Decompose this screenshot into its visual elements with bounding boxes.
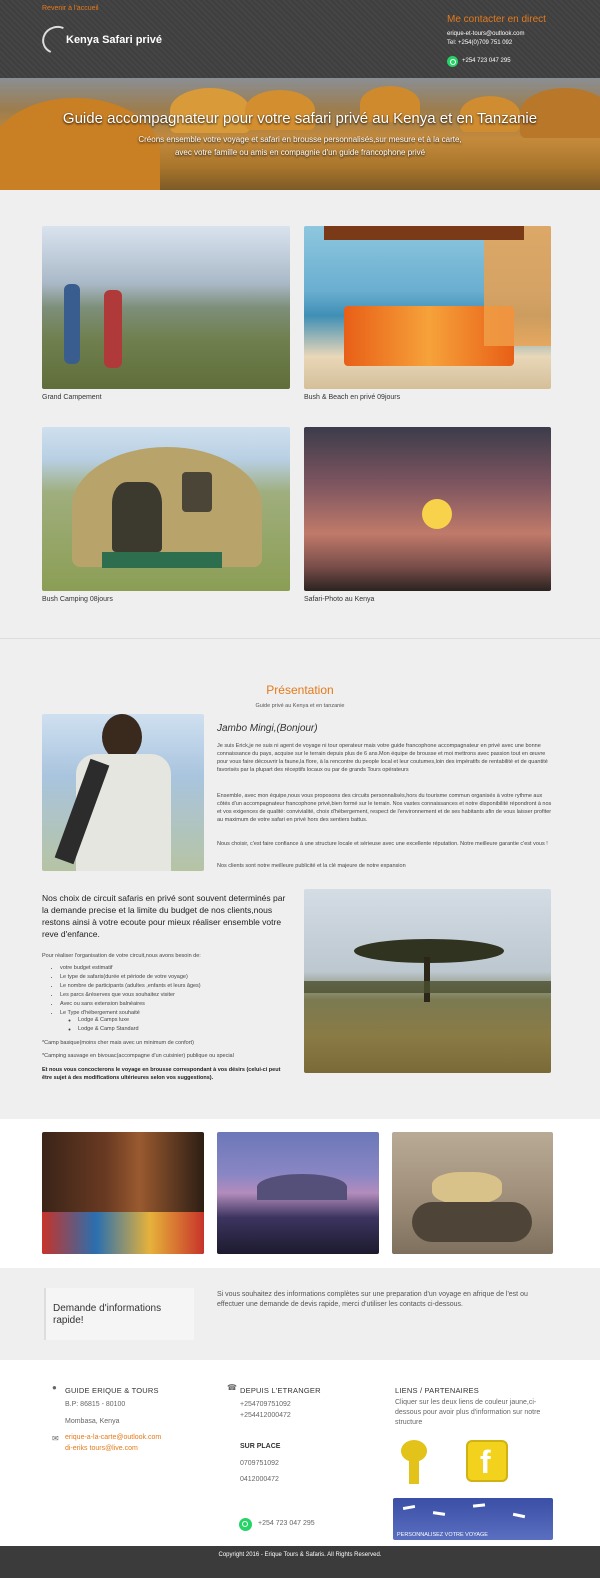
whatsapp-icon (447, 56, 458, 67)
footer-email-link[interactable]: erique-a-la-carte@outlook.com (65, 1434, 161, 1441)
quick-request-title: Demande d'informations rapide! (53, 1303, 162, 1326)
footer-phone[interactable]: +254709751092 (240, 1401, 291, 1408)
location-pin-icon: ● (52, 1383, 57, 1392)
maasai-photo (42, 1132, 204, 1254)
header-phone: Tel: +254(0)709 751 092 (447, 40, 513, 46)
list-item: Lodge & Camps luxe (78, 1016, 139, 1025)
guide-portrait (42, 714, 204, 871)
footer-local-phone[interactable]: 0412000472 (240, 1476, 279, 1483)
footer-partners-text: Cliquer sur les deux liens de couleur ja… (395, 1399, 541, 1426)
gallery-photo-beach[interactable] (304, 226, 551, 389)
gallery-photo-sunset[interactable] (304, 427, 551, 591)
facebook-partner-icon[interactable]: f (466, 1440, 508, 1482)
circuits-heading: Nos choix de circuit safaris en privé so… (42, 893, 286, 939)
gallery-caption: Bush & Beach en privé 09jours (304, 394, 401, 401)
acacia-photo (304, 889, 551, 1073)
hero-title: Guide accompagnateur pour votre safari p… (62, 110, 538, 127)
mail-icon: ✉ (52, 1434, 59, 1443)
footer-partners-title: LIENS / PARTENAIRES (395, 1386, 479, 1395)
list-item: votre budget estimatif (60, 964, 201, 973)
hero-subtitle-line1: Créons ensemble votre voyage et safari e… (138, 135, 462, 144)
banner-text: PERSONNALISEZ VOTRE VOYAGE (397, 1532, 488, 1538)
presentation-paragraph: Nous choisir, c'est faire confiance à un… (217, 841, 548, 847)
footer-email-link[interactable]: di-eriks tours@live.com (65, 1445, 138, 1452)
copyright-text: Copyright 2016 - Erique Tours & Safaris.… (218, 1552, 382, 1558)
presentation-paragraph: Nos clients sont notre meilleure publici… (217, 863, 406, 869)
footer-local-phone[interactable]: 0709751092 (240, 1460, 279, 1467)
contact-title: Me contacter en direct (447, 14, 546, 25)
footer-local-title: SUR PLACE (240, 1443, 281, 1450)
presentation-paragraph: Je suis Erick,je ne suis ni agent de voy… (217, 743, 548, 773)
kilimanjaro-photo (217, 1132, 379, 1254)
phone-icon: ☎ (227, 1383, 237, 1392)
gallery-photo-tent[interactable] (42, 427, 290, 591)
gallery-caption: Safari-Photo au Kenya (304, 596, 375, 603)
presentation-title: Présentation (266, 683, 334, 697)
hero-subtitle-line2: avec votre famille ou amis en compagnie … (174, 148, 426, 157)
footer-address-line1: B.P: 86815 - 80100 (65, 1401, 126, 1408)
list-item: Les parcs &réserves que vous souhaitez v… (60, 991, 201, 1000)
back-home-link[interactable]: Revenir à l'accueil (42, 5, 99, 12)
footer-whatsapp-number: +254 723 047 295 (258, 1520, 315, 1527)
personalize-trip-banner[interactable]: PERSONNALISEZ VOTRE VOYAGE (393, 1498, 553, 1540)
needs-list: votre budget estimatif Le type de safari… (60, 964, 201, 1018)
quick-request-text: Si vous souhaitez des informations compl… (217, 1291, 528, 1308)
list-item: Le nombre de participants (adultes ,enfa… (60, 982, 201, 991)
presentation-subtitle: Guide privé au Kenya et en tanzanie (255, 703, 345, 709)
circuits-intro: Pour réaliser l'organisation de votre ci… (42, 953, 201, 959)
list-item: Le type de safaris(durée et période de v… (60, 973, 201, 982)
presentation-paragraph: Ensemble, avec mon équipe,nous vous prop… (217, 793, 552, 823)
footer-abroad-title: DEPUIS L'ETRANGER (240, 1386, 321, 1395)
gallery-caption: Bush Camping 08jours (42, 596, 113, 603)
copyright-bar (0, 1546, 600, 1578)
hero-banner (0, 78, 600, 190)
camp-note: *Camp basique(moins cher mais avec un mi… (42, 1040, 194, 1046)
whatsapp-icon (239, 1518, 252, 1531)
lodging-list: Lodge & Camps luxe Lodge & Camp Standard (78, 1016, 139, 1034)
list-item: Lodge & Camp Standard (78, 1025, 139, 1034)
greeting-heading: Jambo Mingi,(Bonjour) (217, 723, 318, 734)
header-email-link[interactable]: erique-et-tours@outlook.com (447, 31, 524, 37)
gallery-photo-hikers[interactable] (42, 226, 290, 389)
hiker-partner-icon[interactable] (395, 1440, 435, 1484)
footer-company-title: GUIDE ERIQUE & TOURS (65, 1386, 159, 1395)
logo-text: Kenya Safari privé (66, 34, 162, 46)
footer-address-line2: Mombasa, Kenya (65, 1418, 120, 1425)
camping-note: *Camping sauvage en bivouac(accompagne d… (42, 1053, 234, 1059)
header-whatsapp-number: +254 723 047 295 (462, 58, 511, 64)
closing-note: Et nous vous concocterons le voyage en b… (42, 1067, 281, 1081)
gallery-caption: Grand Campement (42, 394, 102, 401)
site-logo[interactable]: Kenya Safari privé (38, 21, 172, 59)
leopard-photo (392, 1132, 553, 1254)
footer-phone[interactable]: +254412000472 (240, 1412, 291, 1419)
list-item: Avec ou sans extension balnéaires (60, 1000, 201, 1009)
